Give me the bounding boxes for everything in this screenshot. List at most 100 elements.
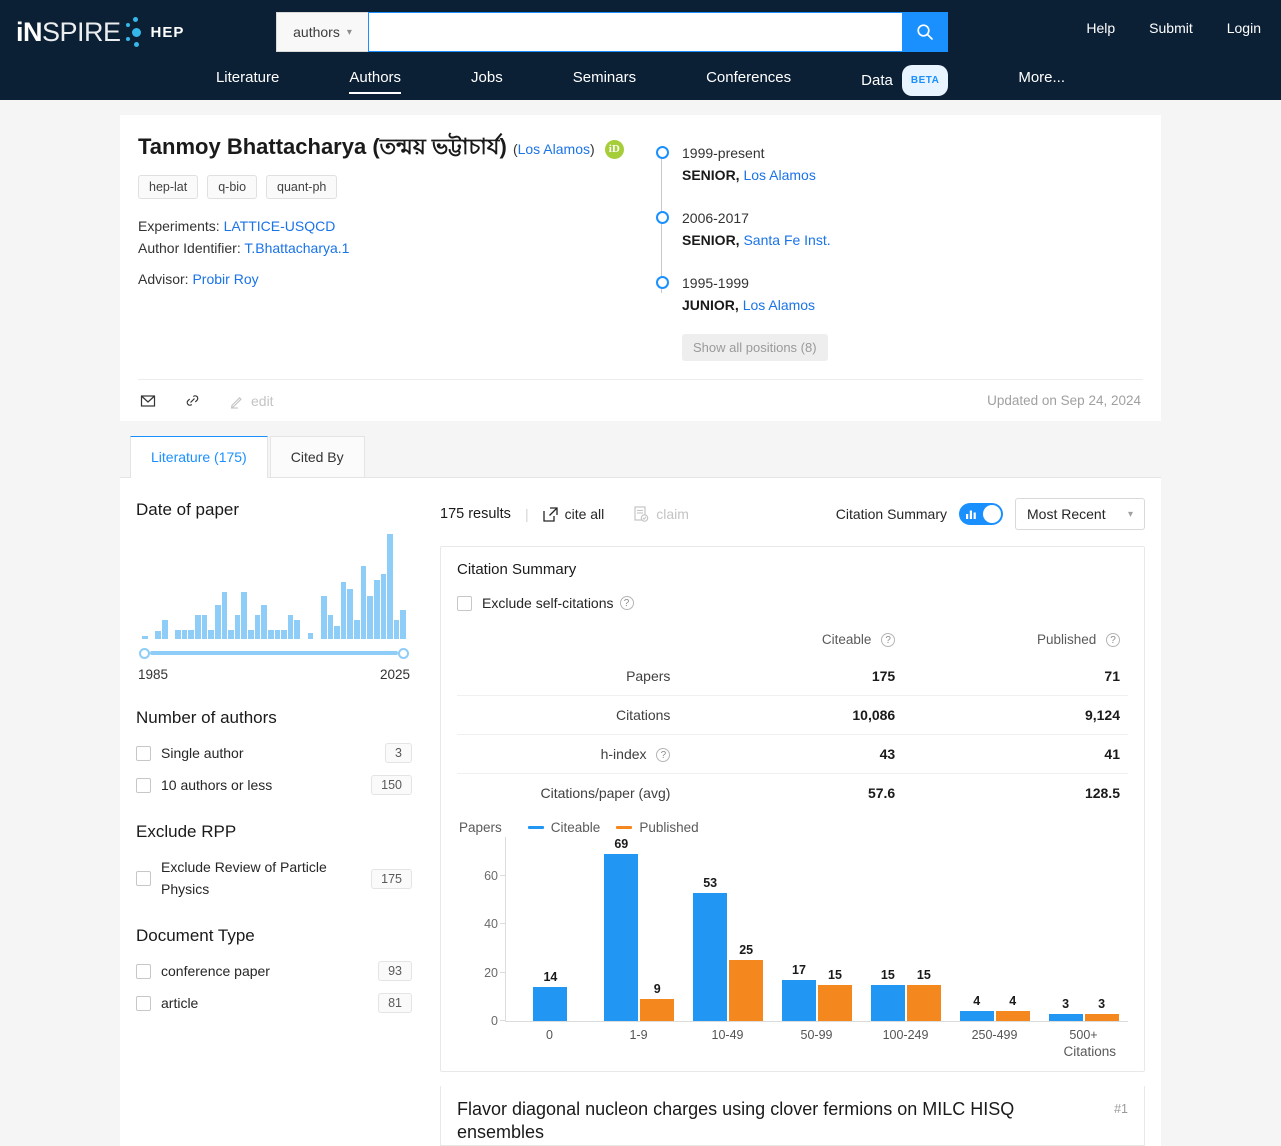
- orcid-icon[interactable]: iD: [604, 140, 624, 159]
- position-institution-link[interactable]: Santa Fe Inst.: [743, 232, 830, 248]
- chart-x-tick-label: 500+: [1069, 1028, 1098, 1042]
- submit-link[interactable]: Submit: [1149, 20, 1193, 36]
- cite-all-button[interactable]: cite all: [542, 506, 604, 522]
- chart-bar-value-label: 9: [653, 982, 661, 997]
- experiments-value-link[interactable]: LATTICE-USQCD: [224, 218, 336, 234]
- date-histogram-bar: [195, 614, 201, 639]
- date-histogram-bar: [221, 591, 228, 639]
- checkbox-exclude-self-citations[interactable]: [457, 595, 472, 611]
- exclude-self-citations-row[interactable]: Exclude self-citations ?: [457, 592, 1128, 614]
- date-slider-track[interactable]: [150, 651, 398, 655]
- position-institution-link[interactable]: Los Alamos: [743, 167, 815, 183]
- tab-literature[interactable]: Literature (175): [130, 436, 268, 478]
- chart-bar-published[interactable]: 15: [818, 968, 852, 1021]
- date-histogram-bar: [161, 620, 168, 639]
- legend-item-published[interactable]: Published: [616, 820, 699, 835]
- nav-label: Seminars: [572, 69, 637, 86]
- nav-item-more[interactable]: More...: [983, 65, 1100, 90]
- citation-summary-toggle[interactable]: [959, 503, 1003, 525]
- checkbox-single-author[interactable]: [136, 745, 151, 761]
- help-icon[interactable]: ?: [881, 633, 896, 647]
- chart-bar-citeable[interactable]: 69: [604, 837, 639, 1021]
- results-toolbar: 175 results | cite all claim Citation Su…: [440, 496, 1145, 532]
- facet-option-exclude-rpp[interactable]: Exclude Review of Particle Physics 175: [136, 856, 412, 900]
- checkbox-exclude-rpp[interactable]: [136, 870, 151, 886]
- inspire-hep-logo[interactable]: iN SPIRE HEP: [16, 13, 184, 53]
- search-scope-dropdown[interactable]: authors ▾: [276, 12, 368, 52]
- share-link-button[interactable]: [184, 392, 201, 409]
- results-content-area: Date of paper 1985 2025 Number of author…: [120, 478, 1161, 1146]
- nav-item-literature[interactable]: Literature: [181, 65, 314, 90]
- show-all-positions-button[interactable]: Show all positions (8): [682, 334, 828, 361]
- claim-document-icon: [634, 506, 649, 522]
- claim-button[interactable]: claim: [634, 506, 689, 522]
- edit-label: edit: [251, 392, 274, 409]
- facet-option-label: conference paper: [161, 963, 270, 979]
- tab-cited-by[interactable]: Cited By: [269, 436, 365, 477]
- nav-item-authors[interactable]: Authors: [314, 65, 436, 94]
- checkbox-ten-authors-or-less[interactable]: [136, 777, 151, 793]
- author-affiliation-link[interactable]: Los Alamos: [518, 141, 590, 157]
- checkbox-article[interactable]: [136, 995, 151, 1011]
- subject-tag-q-bio[interactable]: q-bio: [207, 174, 258, 199]
- date-histogram[interactable]: [136, 534, 412, 639]
- nav-item-data[interactable]: Data BETA: [826, 65, 983, 96]
- chart-bar-published[interactable]: 9: [640, 982, 675, 1021]
- date-slider-max-handle[interactable]: [398, 647, 409, 659]
- result-title-link[interactable]: Flavor diagonal nucleon charges using cl…: [457, 1098, 1102, 1145]
- updated-timestamp: Updated on Sep 24, 2024: [987, 393, 1141, 408]
- nav-label: Literature: [215, 69, 280, 86]
- position-item: 2006-2017 SENIOR, Santa Fe Inst.: [656, 208, 1143, 251]
- help-icon[interactable]: ?: [1106, 633, 1120, 647]
- search-button[interactable]: [902, 12, 948, 52]
- table-header-published-label: Published: [1036, 632, 1097, 647]
- citations-per-paper-published-value: 128.5: [903, 773, 1128, 812]
- facet-option-single-author[interactable]: Single author 3: [136, 742, 412, 764]
- chart-plot-area: 14 69 9 53 25 17 15 15 15 4 4 3 3 0 20 40 60: [484, 837, 1128, 1028]
- table-header-published: Published ?: [903, 628, 1128, 657]
- facet-option-conference-paper[interactable]: conference paper 93: [136, 960, 412, 982]
- date-range-labels: 1985 2025: [136, 667, 412, 682]
- chart-legend: Papers Citeable Published: [457, 820, 1128, 835]
- help-icon[interactable]: ?: [619, 596, 634, 610]
- author-identifier-link[interactable]: T.Bhattacharya.1: [244, 240, 349, 256]
- chart-bar-published[interactable]: 25: [729, 943, 764, 1021]
- chart-bar-citeable[interactable]: 3: [1048, 997, 1083, 1021]
- facet-option-ten-or-less[interactable]: 10 authors or less 150: [136, 774, 412, 796]
- help-link[interactable]: Help: [1086, 20, 1115, 36]
- legend-item-citeable[interactable]: Citeable: [527, 820, 600, 835]
- date-histogram-bar: [327, 614, 334, 639]
- chart-bar-citeable[interactable]: 53: [693, 876, 728, 1021]
- chart-bar-published[interactable]: 15: [906, 968, 941, 1021]
- chart-bar-citeable[interactable]: 15: [870, 968, 905, 1021]
- date-range-slider[interactable]: [136, 643, 412, 663]
- email-author-button[interactable]: [140, 393, 156, 409]
- papers-published-value: 71: [1104, 668, 1120, 684]
- date-slider-min-handle[interactable]: [139, 647, 150, 659]
- nav-item-jobs[interactable]: Jobs: [436, 65, 538, 90]
- checkbox-conference-paper[interactable]: [136, 963, 151, 979]
- page-title: Tanmoy Bhattacharya (তন্ময় ভট্টাচার্য) (…: [138, 133, 628, 161]
- login-link[interactable]: Login: [1227, 20, 1261, 36]
- nav-item-conferences[interactable]: Conferences: [671, 65, 826, 90]
- chart-bar-citeable[interactable]: 4: [959, 994, 994, 1021]
- facets-sidebar: Date of paper 1985 2025 Number of author…: [120, 496, 440, 1146]
- chart-bar-citeable[interactable]: 17: [782, 963, 816, 1021]
- subject-tag-quant-ph[interactable]: quant-ph: [266, 174, 338, 199]
- chart-bar-citeable[interactable]: 14: [533, 970, 568, 1021]
- h-index-published-value: 41: [903, 734, 1128, 774]
- help-icon[interactable]: ?: [656, 748, 671, 762]
- date-histogram-bar: [334, 626, 340, 639]
- edit-author-button[interactable]: edit: [229, 393, 274, 409]
- subject-tag-hep-lat[interactable]: hep-lat: [138, 174, 199, 199]
- author-card-footer: edit Updated on Sep 24, 2024: [138, 379, 1143, 421]
- sort-dropdown[interactable]: Most Recent ▾: [1015, 498, 1145, 530]
- facet-option-article[interactable]: article 81: [136, 992, 412, 1014]
- advisor-link[interactable]: Probir Roy: [192, 271, 258, 287]
- search-input[interactable]: [368, 12, 902, 52]
- position-institution-link[interactable]: Los Alamos: [743, 297, 815, 313]
- chart-bar-value-label: 14: [543, 970, 558, 985]
- chart-bar-published[interactable]: 3: [1084, 997, 1119, 1021]
- chart-bar-published[interactable]: 4: [995, 994, 1030, 1021]
- nav-item-seminars[interactable]: Seminars: [538, 65, 671, 90]
